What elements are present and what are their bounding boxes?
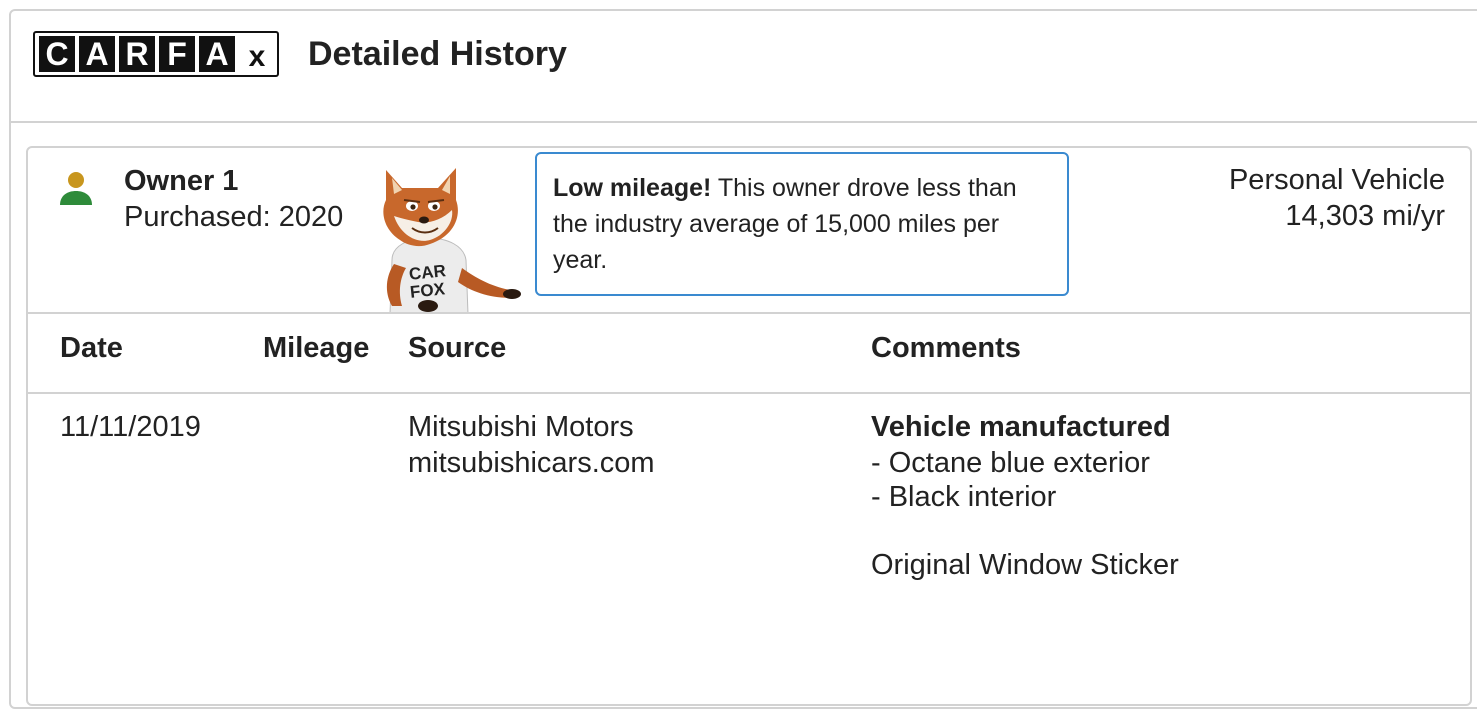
mascot-shirt-text: FOX bbox=[409, 279, 446, 302]
logo-letter: A bbox=[199, 36, 235, 72]
logo-letter: x bbox=[248, 40, 266, 73]
row-comment-item: Octane blue exterior bbox=[871, 446, 1150, 481]
carfox-mascot-icon: CAR FOX bbox=[383, 168, 521, 314]
column-header-mileage: Mileage bbox=[263, 332, 370, 364]
table-header-row bbox=[26, 312, 1472, 394]
page-title: Detailed History bbox=[308, 35, 567, 73]
row-comment-item: Black interior bbox=[871, 480, 1057, 515]
row-source-link[interactable]: mitsubishicars.com bbox=[408, 446, 655, 481]
row-date: 11/11/2019 bbox=[60, 411, 201, 443]
person-icon bbox=[60, 172, 92, 205]
logo-letter: R bbox=[119, 36, 155, 72]
column-header-comments: Comments bbox=[871, 332, 1021, 364]
logo-letter: F bbox=[159, 36, 195, 72]
owner-purchased: Purchased: 2020 bbox=[124, 201, 344, 233]
logo-letter: A bbox=[79, 36, 115, 72]
callout-highlight: Low mileage! bbox=[553, 174, 712, 202]
window-sticker-link[interactable]: Original Window Sticker bbox=[871, 548, 1179, 583]
low-mileage-callout: Low mileage! This owner drove less than … bbox=[535, 152, 1069, 296]
miles-per-year: 14,303 mi/yr bbox=[1285, 200, 1445, 232]
logo-letter: C bbox=[39, 36, 75, 72]
row-comment-title: Vehicle manufactured bbox=[871, 411, 1171, 443]
vehicle-type: Personal Vehicle bbox=[1228, 164, 1445, 196]
column-header-date: Date bbox=[60, 332, 123, 364]
carfax-logo: C A R F A x bbox=[33, 31, 279, 77]
owner-name: Owner 1 bbox=[124, 165, 239, 197]
row-source-name: Mitsubishi Motors bbox=[408, 411, 634, 443]
column-header-source: Source bbox=[408, 332, 507, 364]
